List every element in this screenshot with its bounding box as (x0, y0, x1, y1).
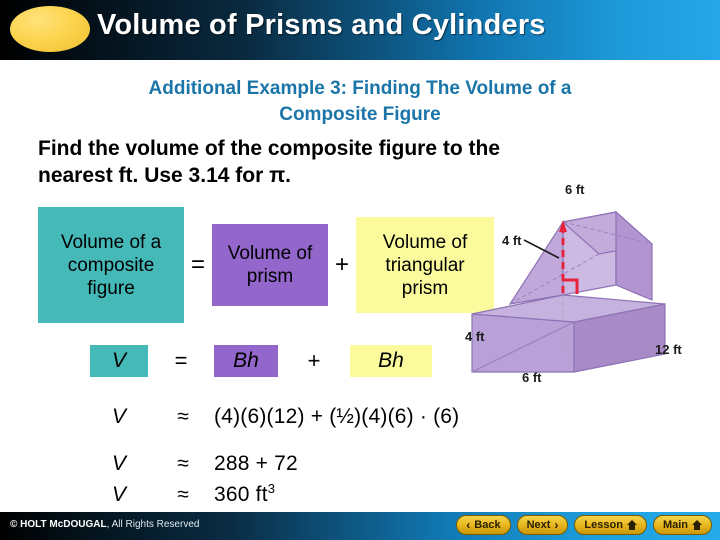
next-button[interactable]: Next › (516, 515, 569, 535)
main-button-label: Main (662, 519, 688, 531)
cubic-exponent: 3 (267, 481, 276, 496)
subtitle-line-2: Composite Figure (279, 104, 441, 125)
page-footer: © HOLT McDOUGAL, All Rights Reserved ‹ B… (0, 510, 720, 540)
word-operator-plus: + (335, 251, 350, 278)
symbolic-term-bh-prism: Bh (214, 345, 278, 377)
figure-label-slant-4ft: 4 ft (502, 233, 522, 248)
numeric-row-1: V ≈ (4)(6)(12) + (½)(4)(6) · (6) (38, 405, 459, 429)
figure-label-height-4ft: 4 ft (465, 329, 485, 344)
chevron-right-icon: › (554, 518, 559, 532)
numeric-row-2: V ≈ 288 + 72 (38, 452, 298, 476)
symbolic-term-bh-triangular: Bh (350, 345, 432, 377)
numeric-row-1-operator: ≈ (177, 405, 189, 428)
numeric-row-2-operator: ≈ (177, 452, 189, 475)
footer-divider (0, 510, 720, 512)
footer-navigation: ‹ Back Next › Lesson Main (456, 515, 712, 535)
problem-line-2-text: nearest ft. Use 3.14 for (38, 164, 270, 187)
triangular-prism-right-face (615, 210, 653, 301)
page-title: Volume of Prisms and Cylinders (97, 9, 546, 41)
home-icon (692, 520, 702, 530)
subtitle-line-1: Additional Example 3: Finding The Volume… (148, 78, 572, 99)
numeric-row-3-expression: 360 ft3 (214, 481, 275, 507)
composite-solid-svg (471, 210, 666, 373)
header-divider (0, 60, 720, 63)
numeric-row-2-expression: 288 + 72 (214, 452, 298, 475)
header-ellipse-decoration (10, 6, 90, 52)
problem-line-1: Find the volume of the composite figure … (38, 137, 501, 160)
symbolic-equation-row: V = Bh + Bh (38, 344, 432, 378)
symbolic-lhs-v: V (90, 345, 148, 377)
copyright-rights: , All Rights Reserved (106, 519, 200, 530)
back-button-label: Back (474, 519, 501, 531)
word-term-prism: Volume of prism (212, 224, 329, 306)
back-button[interactable]: ‹ Back (456, 515, 511, 535)
main-button[interactable]: Main (652, 515, 712, 535)
pi-symbol: π. (269, 164, 292, 187)
numeric-row-3-lhs: V (111, 483, 126, 506)
lesson-button-label: Lesson (584, 519, 623, 531)
numeric-row-2-lhs: V (111, 452, 126, 475)
figure-label-length-12ft: 12 ft (655, 342, 682, 357)
copyright-brand: © HOLT McDOUGAL (10, 519, 107, 530)
word-term-composite-figure: Volume of a composite figure (38, 207, 184, 323)
word-operator-equals: = (191, 251, 206, 278)
composite-figure-diagram: 6 ft 4 ft 4 ft 12 ft 6 ft (462, 182, 720, 400)
copyright-notice: © HOLT McDOUGAL, All Rights Reserved (10, 519, 199, 530)
chevron-left-icon: ‹ (466, 518, 471, 532)
lesson-button[interactable]: Lesson (574, 515, 647, 535)
home-icon (626, 520, 637, 530)
figure-label-top-6ft: 6 ft (565, 182, 585, 197)
numeric-row-3-operator: ≈ (177, 483, 189, 506)
symbolic-operator-equals: = (174, 348, 188, 373)
example-subtitle: Additional Example 3: Finding The Volume… (22, 76, 698, 128)
page-header: Volume of Prisms and Cylinders (0, 0, 720, 60)
numeric-row-1-lhs: V (111, 405, 126, 428)
next-button-label: Next (526, 519, 551, 531)
prism-left-face (471, 313, 575, 373)
numeric-row-3: V ≈ 360 ft3 (38, 481, 275, 507)
problem-statement: Find the volume of the composite figure … (38, 135, 702, 189)
word-equation-row: Volume of a composite figure = Volume of… (38, 207, 495, 323)
symbolic-operator-plus: + (307, 348, 321, 373)
numeric-row-3-value: 360 ft (214, 483, 268, 506)
figure-label-width-6ft: 6 ft (522, 370, 542, 385)
numeric-row-1-expression: (4)(6)(12) + (½)(4)(6) · (6) (214, 405, 460, 428)
